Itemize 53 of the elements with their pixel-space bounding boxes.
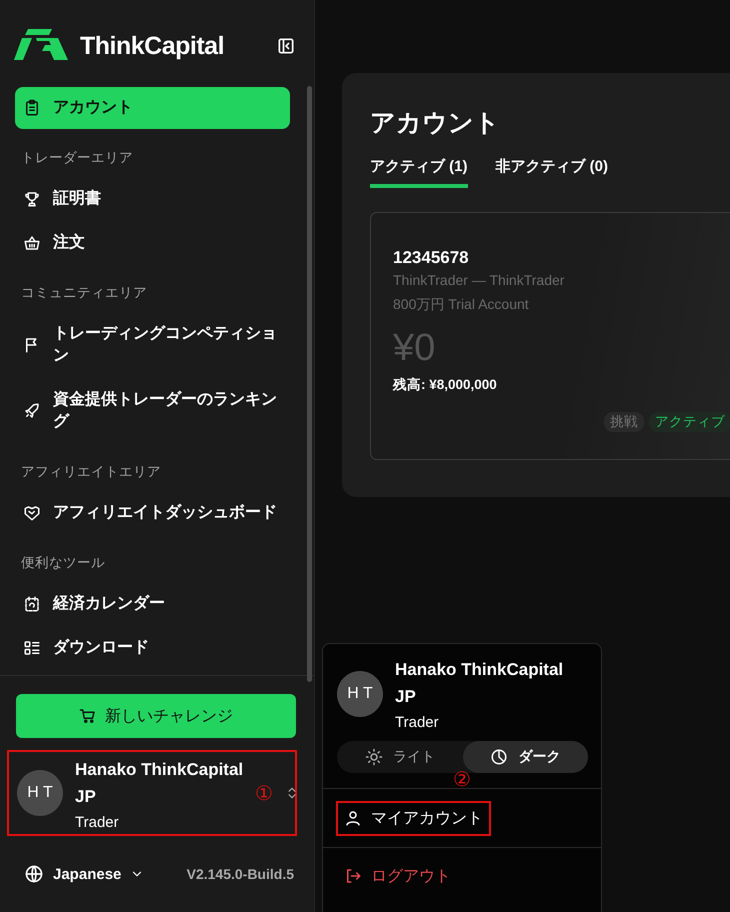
collapse-icon	[276, 36, 296, 56]
cart-icon	[79, 707, 97, 725]
user-card[interactable]: H T Hanako ThinkCapital JP Trader ①	[7, 750, 297, 836]
status-tag: アクティブ	[649, 412, 730, 432]
account-number: 12345678	[393, 248, 470, 268]
logout-icon	[344, 867, 362, 885]
user-name: Hanako ThinkCapital JP	[395, 659, 564, 708]
sidebar-item[interactable]: ダウンロード	[15, 627, 290, 669]
language-selector[interactable]: Japanese	[24, 864, 144, 884]
sidebar-item[interactable]: 経済カレンダー	[15, 583, 290, 625]
brand-name: ThinkCapital	[80, 32, 226, 60]
sidebar-item[interactable]: アカウント	[15, 87, 290, 129]
collapse-sidebar-button[interactable]	[276, 36, 296, 56]
annotation-number: ①	[255, 782, 273, 806]
calendar-icon	[23, 595, 41, 613]
sun-icon	[364, 748, 383, 766]
moon-icon	[490, 748, 508, 766]
version-text: V2.145.0-Build.5	[186, 866, 294, 882]
tab[interactable]: 非アクティブ (0)	[496, 157, 608, 188]
logo-icon	[14, 29, 68, 63]
section-label: トレーダーエリア	[20, 149, 134, 167]
sidebar-item[interactable]: 資金提供トレーダーのランキング	[15, 379, 290, 443]
avatar: H T	[17, 770, 63, 816]
globe-icon	[24, 864, 44, 884]
balance-text: 残高: ¥8,000,000	[393, 376, 498, 394]
account-card[interactable]: 12345678 ThinkTrader — ThinkTrader 800万円 Trial Account ¥0 残高: ¥8,000,000 挑戦 アクティブ	[370, 212, 730, 460]
sidebar-item[interactable]: トレーディングコンペティション	[15, 313, 290, 377]
user-name: Hanako ThinkCapital JP	[75, 758, 244, 808]
new-challenge-button[interactable]: 新しいチャレンジ	[16, 694, 296, 738]
sidebar-item[interactable]: 証明書	[15, 178, 290, 220]
scrollbar[interactable]	[307, 86, 312, 682]
section-label: コミュニティエリア	[20, 284, 148, 302]
clipboard-icon	[23, 99, 41, 117]
section-label: 便利なツール	[20, 554, 106, 572]
user-icon	[344, 809, 362, 827]
profit-amount: ¥0	[393, 326, 436, 370]
sidebar-item[interactable]: アフィリエイトダッシュボード	[15, 492, 290, 534]
sidebar-item[interactable]: 注文	[15, 222, 290, 264]
tab[interactable]: アクティブ (1)	[370, 157, 468, 188]
rocket-icon	[23, 402, 41, 420]
logout-link[interactable]: ログアウト	[336, 858, 459, 894]
menu-item[interactable]: マイアカウント	[336, 800, 491, 836]
basket-icon	[23, 234, 41, 252]
page-title: アカウント	[370, 108, 501, 139]
avatar: H T	[337, 670, 383, 716]
user-role: Trader	[75, 814, 120, 830]
plan-text: 800万円 Trial Account	[393, 296, 530, 314]
list-icon	[23, 639, 41, 657]
status-tag: 挑戦	[604, 412, 644, 432]
platform-text: ThinkTrader — ThinkTrader	[393, 272, 566, 288]
user-role: Trader	[395, 714, 440, 731]
trophy-icon	[23, 190, 41, 208]
section-label: アフィリエイトエリア	[20, 463, 162, 481]
